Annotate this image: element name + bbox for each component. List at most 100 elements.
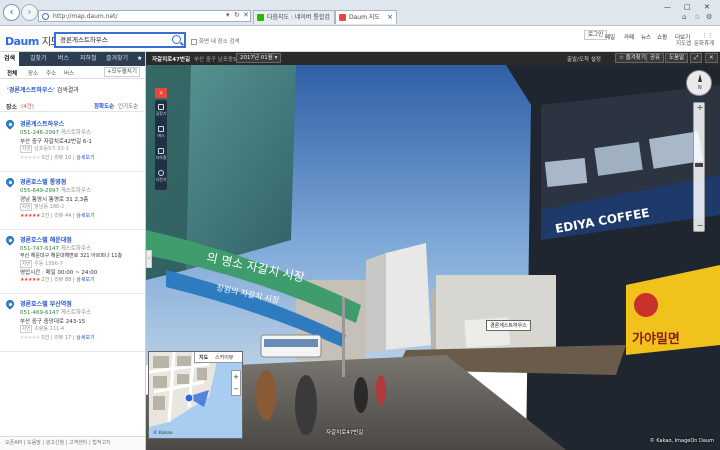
places-count: (4건): [21, 104, 34, 110]
date-select[interactable]: 2017년 01월 ▾: [236, 53, 282, 63]
zoom-slider-knob[interactable]: [695, 163, 703, 167]
settings-gear-icon[interactable]: ⚙: [706, 13, 712, 21]
query-summary: '경론게스트하우스' 검색결과: [7, 85, 79, 94]
tab-map[interactable]: 지도: [199, 354, 208, 361]
refresh-icon[interactable]: ↻: [234, 11, 240, 19]
in-area-search-checkbox[interactable]: 화면 내 장소 검색: [191, 37, 240, 45]
result-phone: 051-747-6147 게스트하우스: [20, 246, 92, 252]
detail-link[interactable]: 상세보기: [76, 155, 94, 161]
menu-map-app[interactable]: 지도앱: [676, 39, 691, 47]
detail-link[interactable]: 상세보기: [76, 335, 94, 341]
result-address: 경남 통영시 통영로 31 2,3층: [20, 197, 89, 203]
result-item[interactable]: 경론호스텔 통영점 055-649-2997 게스트하우스 경남 통영시 통영로…: [0, 172, 145, 230]
result-rating: ★★★★★ 0건 | 리뷰 10 | 상세보기: [20, 155, 95, 161]
roadview-badge-icon[interactable]: ⌂: [155, 88, 167, 98]
search-icon[interactable]: [172, 35, 181, 44]
sort-accuracy[interactable]: 정확도순: [94, 102, 114, 110]
mini-map-zoom[interactable]: + −: [231, 370, 241, 396]
footer-link-api[interactable]: 오픈API: [5, 440, 22, 446]
query-text: '경론게스트하우스': [7, 87, 55, 94]
tool-bus[interactable]: 버스: [155, 126, 167, 139]
footer-link-help[interactable]: 도움말: [27, 440, 41, 446]
result-name[interactable]: 경론호스텔 부산역점: [20, 299, 72, 308]
result-item[interactable]: 경론호스텔 부산역점 051-469-6147 게스트하우스 부산 중구 중앙대…: [0, 294, 145, 352]
set-route-link[interactable]: 출발/도착 설정: [567, 55, 601, 63]
login-button[interactable]: 로그인: [584, 30, 608, 40]
tab-naver-search[interactable]: 다음지도 : 네이버 통합검색: [253, 10, 335, 34]
forward-button[interactable]: ›: [21, 4, 38, 21]
zoom-out-icon[interactable]: −: [694, 221, 706, 231]
daum-logo[interactable]: Daum 지도: [5, 33, 60, 48]
minimize-icon[interactable]: —: [664, 3, 671, 11]
menu-shopping[interactable]: 쇼핑: [657, 33, 667, 41]
search-input[interactable]: 경론게스트하우스: [54, 32, 186, 48]
stop-icon[interactable]: ✕: [243, 11, 249, 19]
pedestrian: [295, 375, 317, 435]
zoom-in-icon[interactable]: +: [694, 103, 706, 113]
home-icon[interactable]: ⌂: [682, 13, 686, 21]
tab-daum-map[interactable]: Daum 지도 ×: [335, 10, 397, 24]
compass-icon[interactable]: N: [686, 70, 712, 96]
star-icon: ★: [35, 213, 40, 219]
footer-link-ads[interactable]: 광고신청: [46, 440, 64, 446]
tab-directions[interactable]: 길찾기: [30, 52, 47, 66]
help-button[interactable]: 도움말: [665, 53, 689, 63]
menu-cafe[interactable]: 카페: [624, 33, 634, 41]
filter-bus[interactable]: 버스: [64, 69, 74, 77]
filter-all[interactable]: 전체: [7, 69, 17, 77]
roadview-panel[interactable]: 자갈치로47번길 부산 중구 남포동5가 2017년 01월 ▾ 출발/도착 설…: [146, 52, 720, 450]
expand-all-button[interactable]: +모두펼치기: [104, 67, 140, 77]
expand-all-label: 모두펼치기: [111, 69, 137, 75]
result-phone: 051-246-2997 게스트하우스: [20, 130, 92, 136]
result-item[interactable]: 경론게스트하우스 051-246-2997 게스트하우스 부산 중구 자갈치로4…: [0, 114, 145, 172]
sort-popularity[interactable]: 인기도순: [118, 102, 138, 110]
back-button[interactable]: ‹: [3, 4, 20, 21]
mini-map-canvas[interactable]: [149, 352, 243, 439]
tab-search[interactable]: 검색: [0, 52, 20, 66]
tab-favorites[interactable]: 즐겨찾기: [106, 52, 128, 66]
maximize-icon[interactable]: □: [684, 3, 691, 11]
mini-map[interactable]: 지도 스카이뷰 + − © Kakao: [148, 351, 243, 439]
category-tabs: 검색 길찾기 버스 지하철 즐겨찾기 ★: [0, 52, 145, 66]
menu-culture[interactable]: 문화휴게: [694, 39, 714, 47]
result-name[interactable]: 경론호스텔 해운대점: [20, 235, 72, 244]
close-roadview-icon[interactable]: ✕: [705, 53, 718, 63]
filter-place[interactable]: 장소: [28, 69, 38, 77]
footer-link-support[interactable]: 고객센터: [69, 440, 87, 446]
menu-news[interactable]: 뉴스: [641, 33, 651, 41]
search-dropdown-icon[interactable]: ▾: [226, 11, 230, 19]
close-icon[interactable]: ✕: [704, 3, 710, 11]
detail-link[interactable]: 상세보기: [76, 277, 94, 283]
browser-chrome: ‹ › http://map.daum.net/ ▾ ↻ ✕ 다음지도 : 네이…: [0, 0, 720, 34]
favorite-button[interactable]: ☆ 즐겨찾기: [615, 53, 650, 63]
favorites-star-icon[interactable]: ☆: [694, 13, 700, 21]
tab-bus[interactable]: 버스: [58, 52, 69, 66]
tab-close-icon[interactable]: ×: [387, 11, 393, 24]
result-name[interactable]: 경론호스텔 통영점: [20, 177, 66, 186]
tool-subway[interactable]: 지하철: [155, 148, 167, 161]
place-label[interactable]: 경론게스트하우스: [486, 320, 531, 331]
result-name[interactable]: 경론게스트하우스: [20, 119, 64, 128]
tool-bicycle[interactable]: 자전거: [155, 170, 167, 183]
result-rating: ★★★★★ 0건 | 리뷰 17 | 상세보기: [20, 335, 95, 341]
filter-address[interactable]: 주소: [46, 69, 56, 77]
tab-label: Daum 지도: [349, 14, 380, 21]
zoom-control[interactable]: + −: [693, 102, 705, 232]
ie-icon: [42, 13, 49, 20]
address-bar[interactable]: http://map.daum.net/: [38, 10, 251, 22]
fullscreen-icon[interactable]: ⤢: [690, 53, 703, 63]
tool-directions[interactable]: 길찾기: [155, 104, 167, 117]
menu-mail[interactable]: 메일: [605, 33, 615, 41]
result-item[interactable]: 경론호스텔 해운대점 051-747-6147 게스트하우스 부산 해운대구 해…: [0, 230, 145, 294]
result-old-address: 지번 우동 1396-7: [20, 260, 63, 268]
detail-link[interactable]: 상세보기: [76, 213, 94, 219]
tab-skyview[interactable]: 스카이뷰: [215, 354, 233, 361]
favorites-star-icon[interactable]: ★: [137, 52, 142, 66]
share-button[interactable]: 공유: [646, 53, 665, 63]
panel-collapse-handle[interactable]: ‹: [146, 250, 152, 268]
tab-subway[interactable]: 지하철: [80, 52, 97, 66]
footer-link-legal[interactable]: 법적고지: [92, 440, 110, 446]
tower-side: [366, 253, 386, 353]
result-rating: ★★★★★ 2건 | 리뷰 44 | 상세보기: [20, 213, 95, 219]
pedestrian: [354, 377, 368, 413]
